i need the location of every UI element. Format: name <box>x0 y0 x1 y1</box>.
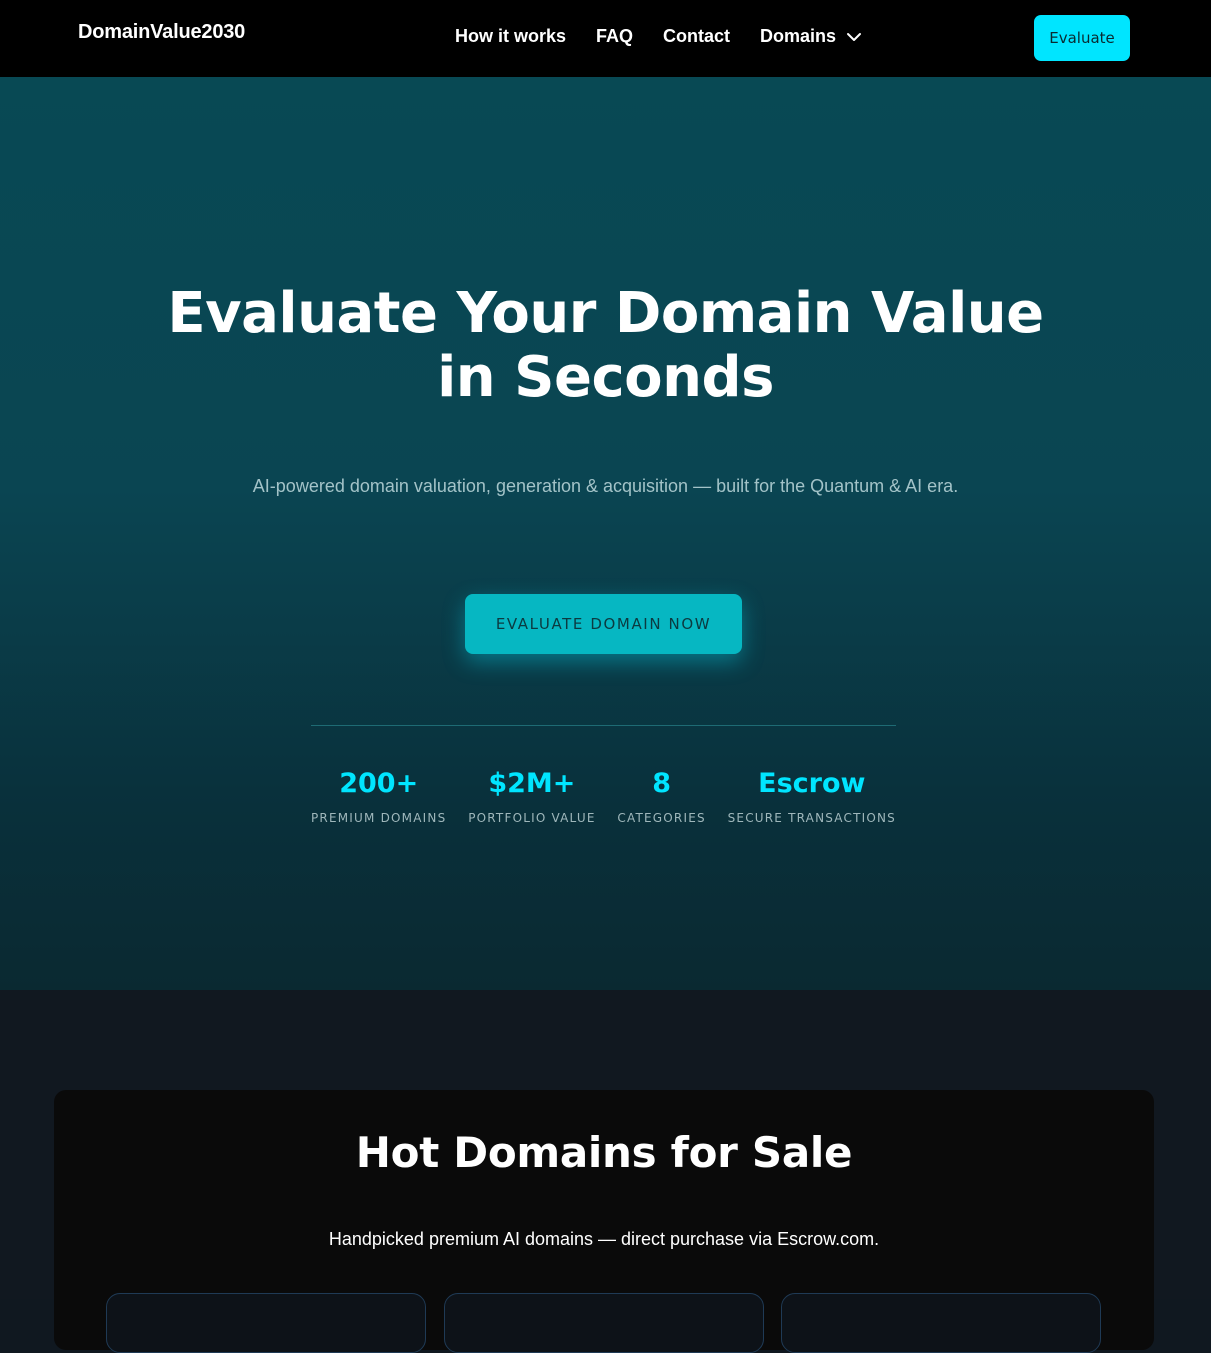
stat-label: PORTFOLIO VALUE <box>468 811 596 825</box>
brand-logo[interactable]: DomainValue2030 <box>78 21 245 44</box>
nav-dropdown-label: Domains <box>760 26 837 46</box>
domain-tile[interactable] <box>444 1293 764 1353</box>
stat-value: $2M+ <box>488 768 576 799</box>
stat-value: Escrow <box>758 768 866 799</box>
stats-row: 200+ PREMIUM DOMAINS $2M+ PORTFOLIO VALU… <box>311 767 896 825</box>
top-navbar: DomainValue2030 How it works FAQ Contact… <box>0 0 1211 77</box>
stat-premium-domains: 200+ PREMIUM DOMAINS <box>311 767 446 825</box>
hot-domains-title: Hot Domains for Sale <box>355 1128 853 1177</box>
domain-tile[interactable] <box>781 1293 1101 1353</box>
stat-label: SECURE TRANSACTIONS <box>727 811 896 825</box>
stat-label: CATEGORIES <box>617 811 706 825</box>
stat-value: 8 <box>652 768 671 799</box>
hot-domains-section: Hot Domains for Sale Handpicked premium … <box>0 990 1211 1353</box>
stat-portfolio-value: $2M+ PORTFOLIO VALUE <box>468 767 595 825</box>
evaluate-nav-button[interactable]: Evaluate <box>1034 15 1130 61</box>
stat-secure-transactions: Escrow SECURE TRANSACTIONS <box>728 767 896 825</box>
hero-divider <box>311 725 896 726</box>
domain-tile[interactable] <box>106 1293 426 1353</box>
evaluate-domain-now-button[interactable]: EVALUATE DOMAIN NOW <box>465 594 742 654</box>
hot-domains-card: Hot Domains for Sale Handpicked premium … <box>54 1090 1154 1353</box>
stat-label: PREMIUM DOMAINS <box>311 811 447 825</box>
stat-value: 200+ <box>339 768 419 799</box>
hero-subtitle: AI-powered domain valuation, generation … <box>252 476 959 496</box>
nav-link-how-it-works[interactable]: How it works <box>455 26 566 47</box>
hero-title: Evaluate Your Domain Value in Seconds <box>167 281 1044 410</box>
chevron-down-icon <box>847 32 862 41</box>
nav-link-contact[interactable]: Contact <box>663 26 730 47</box>
stat-categories: 8 CATEGORIES <box>617 767 705 825</box>
nav-link-faq[interactable]: FAQ <box>596 26 633 47</box>
nav-dropdown-domains[interactable]: Domains <box>760 26 862 47</box>
nav-links: How it works FAQ Contact Domains <box>455 26 862 47</box>
hot-domains-subtitle: Handpicked premium AI domains — direct p… <box>328 1229 880 1249</box>
hero-section: Evaluate Your Domain Value in Seconds AI… <box>0 77 1211 990</box>
